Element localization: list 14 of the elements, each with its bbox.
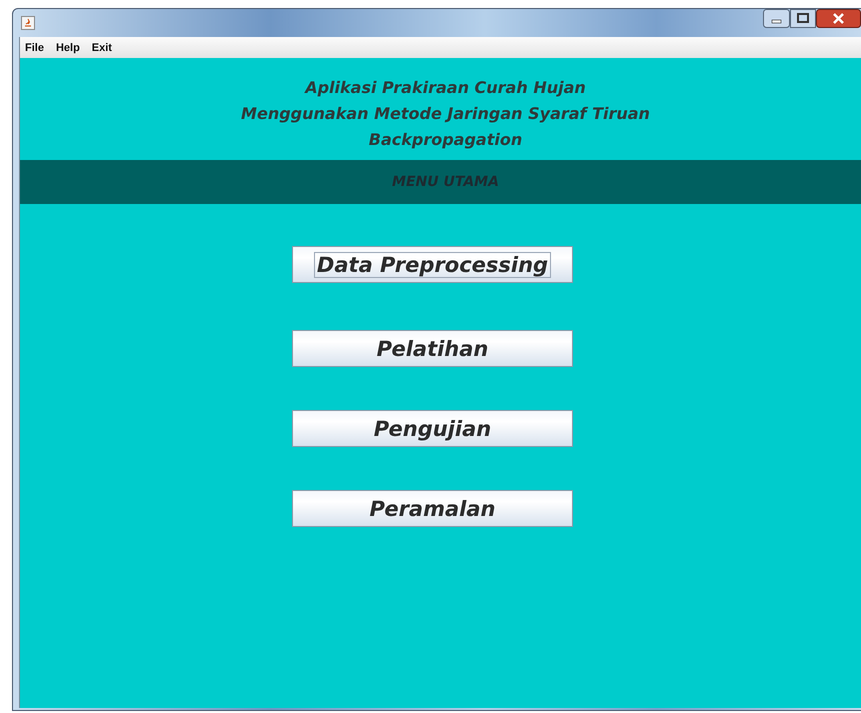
maximize-button[interactable]	[790, 9, 816, 28]
java-app-icon	[21, 16, 35, 30]
menu-item[interactable]: Exit	[92, 40, 112, 54]
menu-button[interactable]: Peramalan	[292, 490, 573, 527]
app-title: Backpropagation	[368, 129, 522, 151]
close-button[interactable]	[816, 9, 861, 28]
menu-item[interactable]: Help	[56, 40, 80, 54]
menu-item[interactable]: File	[25, 40, 44, 54]
menu-button[interactable]: Data Preprocessing	[292, 246, 573, 283]
app-title: Menggunakan Metode Jaringan Syaraf Tiruan	[241, 103, 650, 125]
menu-button[interactable]: Pengujian	[292, 410, 573, 447]
minimize-button[interactable]	[763, 9, 790, 28]
menu-button[interactable]: Pelatihan	[292, 330, 573, 367]
app-title: Aplikasi Prakiraan Curah Hujan	[305, 77, 586, 99]
